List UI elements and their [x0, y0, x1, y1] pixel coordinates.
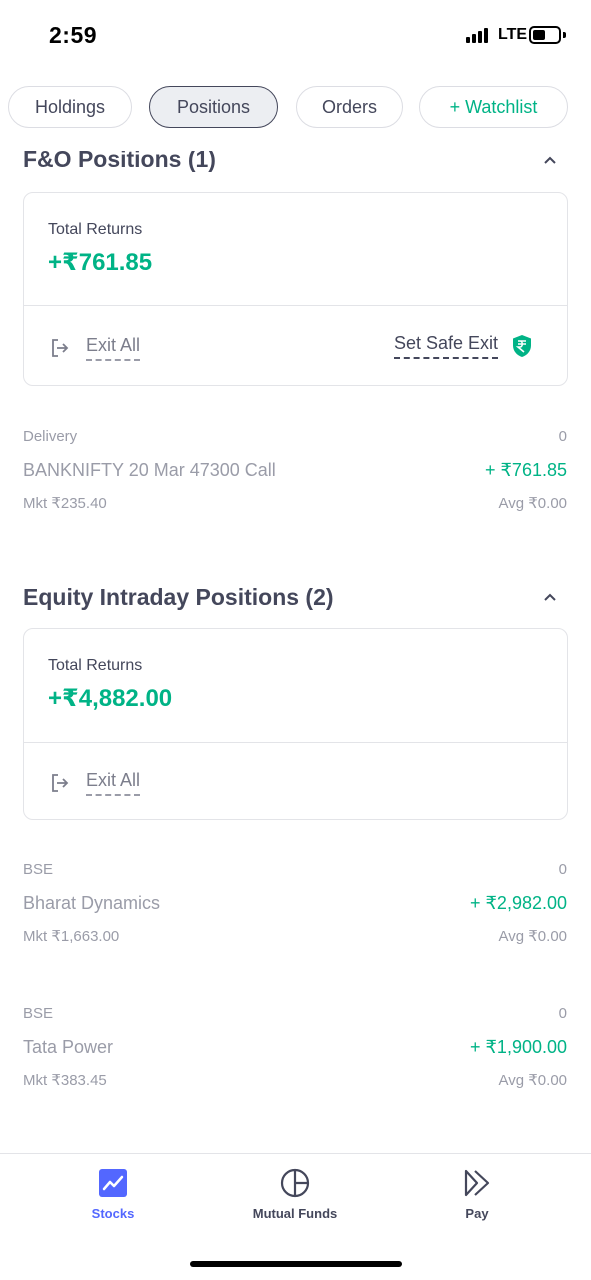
market-price: Mkt ₹383.45: [23, 1072, 107, 1089]
quantity-value: 0: [558, 1005, 567, 1022]
home-indicator: [190, 1261, 402, 1267]
instrument-name: Tata Power: [23, 1037, 114, 1057]
nav-stocks[interactable]: Stocks: [43, 1168, 183, 1221]
card-divider: [24, 305, 567, 306]
segment-label: Delivery: [23, 428, 78, 445]
nav-mutual-funds-label: Mutual Funds: [252, 1206, 338, 1221]
scroll-mask: [0, 128, 591, 151]
battery-tip: [563, 32, 566, 38]
nav-mutual-funds[interactable]: Mutual Funds: [225, 1168, 365, 1221]
tab-holdings[interactable]: Holdings: [8, 86, 132, 128]
nav-stocks-label: Stocks: [91, 1206, 135, 1221]
total-returns-label: Total Returns: [48, 657, 143, 674]
chevron-up-icon[interactable]: [543, 153, 557, 167]
stocks-chart-icon: [99, 1169, 127, 1197]
nav-pay-label: Pay: [465, 1206, 489, 1221]
exit-all-label: Exit All: [86, 335, 141, 361]
instrument-name: Bharat Dynamics: [23, 893, 161, 913]
battery-icon: [529, 26, 561, 44]
chevron-up-icon[interactable]: [543, 590, 557, 604]
profit-loss-value: + ₹761.85: [484, 460, 567, 480]
profit-loss-value: + ₹2,982.00: [469, 893, 567, 913]
quantity-value: 0: [558, 428, 567, 445]
instrument-name: BANKNIFTY 20 Mar 47300 Call: [23, 460, 276, 480]
equity-summary-card: Total Returns +₹4,882.00 Exit All: [23, 628, 568, 820]
signal-strength-icon: [466, 28, 488, 43]
card-divider: [24, 742, 567, 743]
average-price: Avg ₹0.00: [498, 495, 567, 512]
quantity-value: 0: [558, 861, 567, 878]
exit-all-button[interactable]: Exit All: [50, 335, 141, 361]
exit-icon: [52, 774, 69, 792]
shield-rupee-icon: [513, 335, 532, 357]
set-safe-exit-label: Set Safe Exit: [394, 333, 499, 359]
network-type: LTE: [498, 26, 528, 43]
tab-orders[interactable]: Orders: [296, 86, 403, 128]
nav-pay[interactable]: Pay: [407, 1168, 547, 1221]
pie-chart-icon: [280, 1168, 310, 1198]
equity-section-title[interactable]: Equity Intraday Positions (2): [23, 584, 334, 611]
status-time: 2:59: [49, 22, 98, 48]
tab-positions[interactable]: Positions: [149, 86, 278, 128]
fno-summary-card: Total Returns +₹761.85 Exit All Set Safe…: [23, 192, 568, 386]
average-price: Avg ₹0.00: [498, 928, 567, 945]
total-returns-label: Total Returns: [48, 221, 143, 238]
pay-arrows-icon: [464, 1169, 490, 1197]
segment-label: BSE: [23, 861, 54, 878]
market-price: Mkt ₹235.40: [23, 495, 107, 512]
total-returns-value: +₹761.85: [48, 249, 153, 276]
segment-label: BSE: [23, 1005, 54, 1022]
total-returns-value: +₹4,882.00: [48, 685, 173, 712]
exit-all-button[interactable]: Exit All: [50, 770, 141, 796]
market-price: Mkt ₹1,663.00: [23, 928, 120, 945]
set-safe-exit-button[interactable]: Set Safe Exit: [394, 333, 533, 359]
exit-icon: [52, 339, 69, 357]
tab-watchlist[interactable]: + Watchlist: [419, 86, 568, 128]
exit-all-label: Exit All: [86, 770, 141, 796]
positions-tabs: Holdings Positions Orders + Watchlist: [8, 86, 583, 128]
status-bar: 2:59 LTE: [0, 0, 591, 70]
profit-loss-value: + ₹1,900.00: [469, 1037, 567, 1057]
average-price: Avg ₹0.00: [498, 1072, 567, 1089]
